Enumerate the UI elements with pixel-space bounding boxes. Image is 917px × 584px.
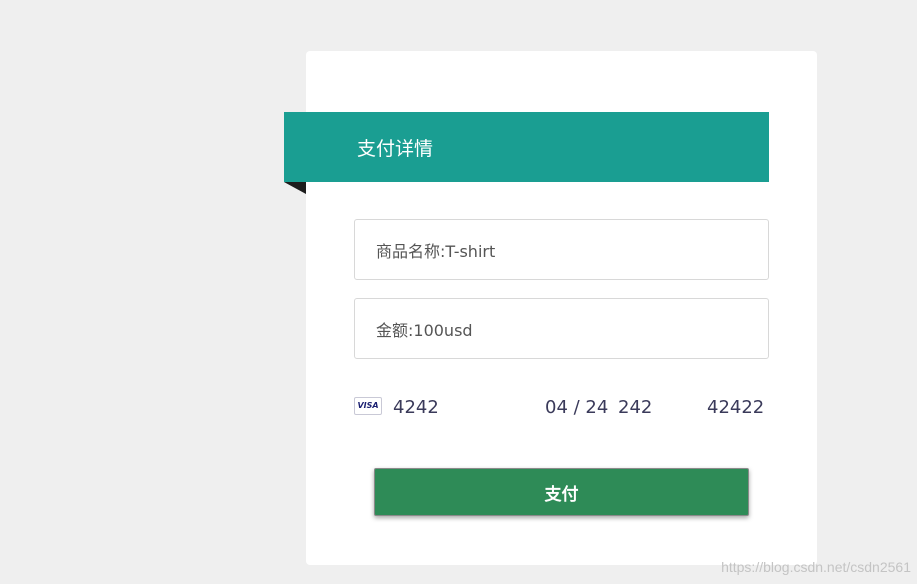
card-element[interactable]: VISA 4242 04 / 24 242 42422 <box>354 393 769 423</box>
amount-field: 金额:100usd <box>354 298 769 359</box>
card-cvc-input[interactable]: 242 <box>618 393 652 423</box>
header-ribbon-fold <box>284 182 306 194</box>
product-name-field: 商品名称:T-shirt <box>354 219 769 280</box>
pay-button[interactable]: 支付 <box>374 468 749 516</box>
card-number-input[interactable]: 4242 <box>393 393 439 423</box>
product-name-text: 商品名称:T-shirt <box>376 241 496 261</box>
card-zip-input[interactable]: 42422 <box>707 393 764 423</box>
watermark: https://blog.csdn.net/csdn2561 <box>721 559 911 575</box>
page-title: 支付详情 <box>357 137 434 160</box>
amount-text: 金额:100usd <box>376 320 473 340</box>
card-expiry-input[interactable]: 04 / 24 <box>545 393 608 423</box>
payment-header: 支付详情 <box>284 112 769 182</box>
visa-icon: VISA <box>354 397 382 415</box>
